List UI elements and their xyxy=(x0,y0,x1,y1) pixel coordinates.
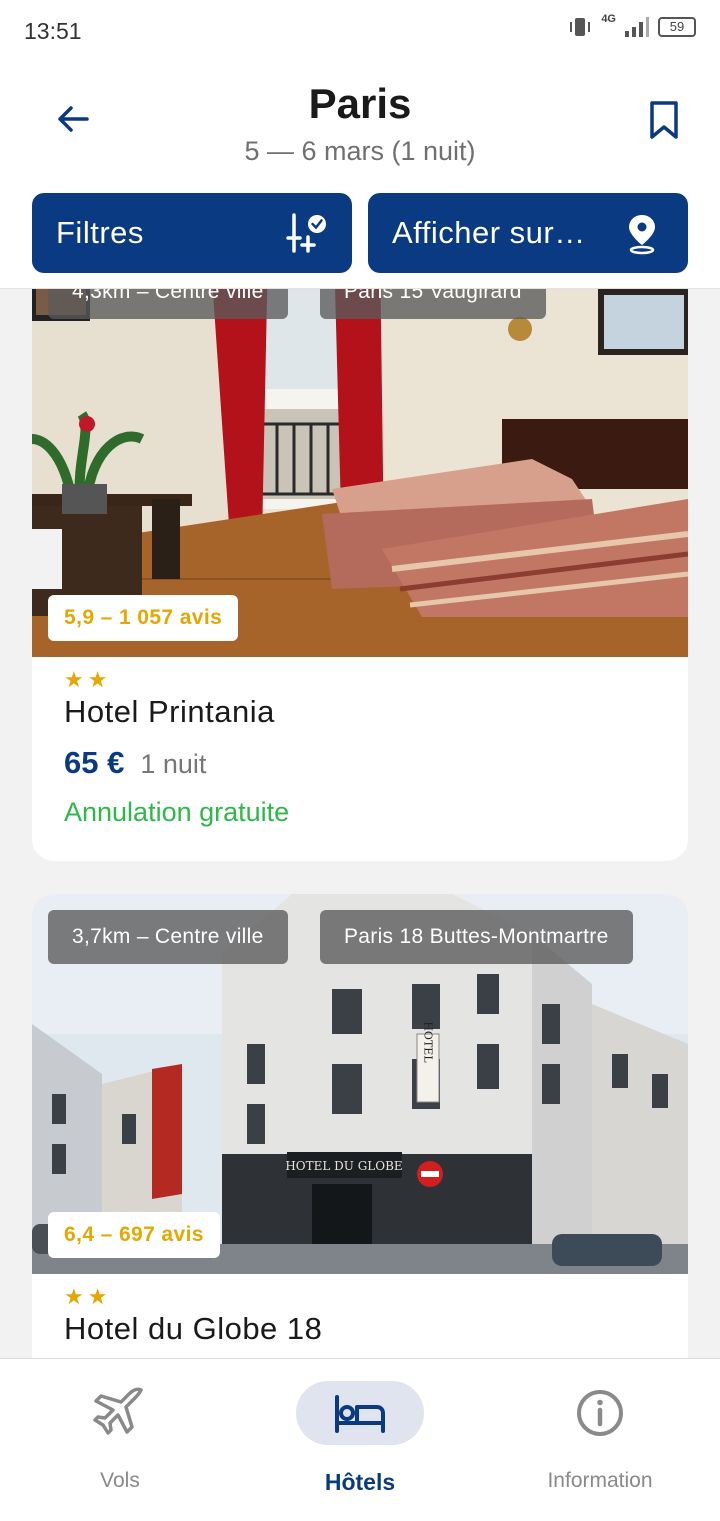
info-icon xyxy=(577,1390,623,1436)
nights: 1 nuit xyxy=(140,749,207,779)
distance-tag: 3,7km – Centre ville xyxy=(48,910,288,964)
rating-badge: 6,4 – 697 avis xyxy=(48,1212,220,1258)
distance-tag: 4,3km – Centre ville xyxy=(48,289,288,319)
hotel-card[interactable]: 4,3km – Centre ville Paris 15 Vaugirard … xyxy=(32,289,688,861)
bookmark-button[interactable] xyxy=(638,94,690,146)
hotel-photo: HOTEL DU GLOBE HOTEL 3,7km – Centre vill… xyxy=(32,894,688,1274)
map-pin-icon xyxy=(620,211,664,255)
map-label: Afficher sur… xyxy=(392,215,586,250)
header: Paris 5 — 6 mars (1 nuit) Filtres Affich… xyxy=(0,64,720,289)
bottom-navigation: Vols Hôtels Information xyxy=(0,1358,720,1521)
nav-hotels-label: Hôtels xyxy=(324,1469,396,1495)
nav-hotels[interactable]: Hôtels xyxy=(240,1359,480,1521)
signal-icon xyxy=(625,17,649,37)
price-row: 65 € 1 nuit xyxy=(64,745,206,781)
star-rating: ★★ xyxy=(64,1284,112,1309)
battery-icon: 59 xyxy=(658,17,696,37)
nav-flights-pill xyxy=(56,1381,184,1445)
nav-information-pill xyxy=(536,1381,664,1445)
sliders-icon xyxy=(284,211,328,255)
free-cancellation: Annulation gratuite xyxy=(64,797,290,827)
facade-sign-text: HOTEL DU GLOBE xyxy=(285,1159,402,1173)
star-rating: ★★ xyxy=(64,667,112,692)
hotel-name: Hotel Printania xyxy=(64,694,275,729)
nav-information[interactable]: Information xyxy=(480,1359,720,1521)
plane-icon xyxy=(93,1387,143,1435)
price: 65 € xyxy=(64,745,125,780)
show-on-map-button[interactable]: Afficher sur… xyxy=(368,193,688,273)
hotel-card[interactable]: HOTEL DU GLOBE HOTEL 3,7km – Centre vill… xyxy=(32,894,688,1358)
status-icons: 4G 59 xyxy=(567,13,696,38)
page-subtitle: 5 — 6 mars (1 nuit) xyxy=(244,136,476,166)
filters-label: Filtres xyxy=(56,215,144,250)
status-time: 13:51 xyxy=(24,18,82,44)
hotel-photo: 4,3km – Centre ville Paris 15 Vaugirard … xyxy=(32,289,688,657)
area-tag: Paris 18 Buttes-Montmartre xyxy=(320,910,633,964)
page-title: Paris xyxy=(308,80,412,127)
filters-button[interactable]: Filtres xyxy=(32,193,352,273)
nav-flights[interactable]: Vols xyxy=(0,1359,240,1521)
nav-hotels-pill xyxy=(296,1381,424,1445)
bed-icon xyxy=(335,1395,385,1433)
vertical-sign-text: HOTEL xyxy=(422,1021,435,1063)
vibrate-icon xyxy=(570,18,591,36)
hotel-name: Hotel du Globe 18 xyxy=(64,1311,323,1346)
rating-badge: 5,9 – 1 057 avis xyxy=(48,595,239,641)
network-type: 4G xyxy=(601,13,616,25)
nav-flights-label: Vols xyxy=(100,1469,140,1492)
nav-information-label: Information xyxy=(547,1469,653,1492)
bookmark-icon xyxy=(650,101,678,139)
hotel-list[interactable]: 4,3km – Centre ville Paris 15 Vaugirard … xyxy=(0,289,720,1358)
status-bar: 13:51 4G 59 xyxy=(0,0,720,64)
area-tag: Paris 15 Vaugirard xyxy=(320,289,546,319)
